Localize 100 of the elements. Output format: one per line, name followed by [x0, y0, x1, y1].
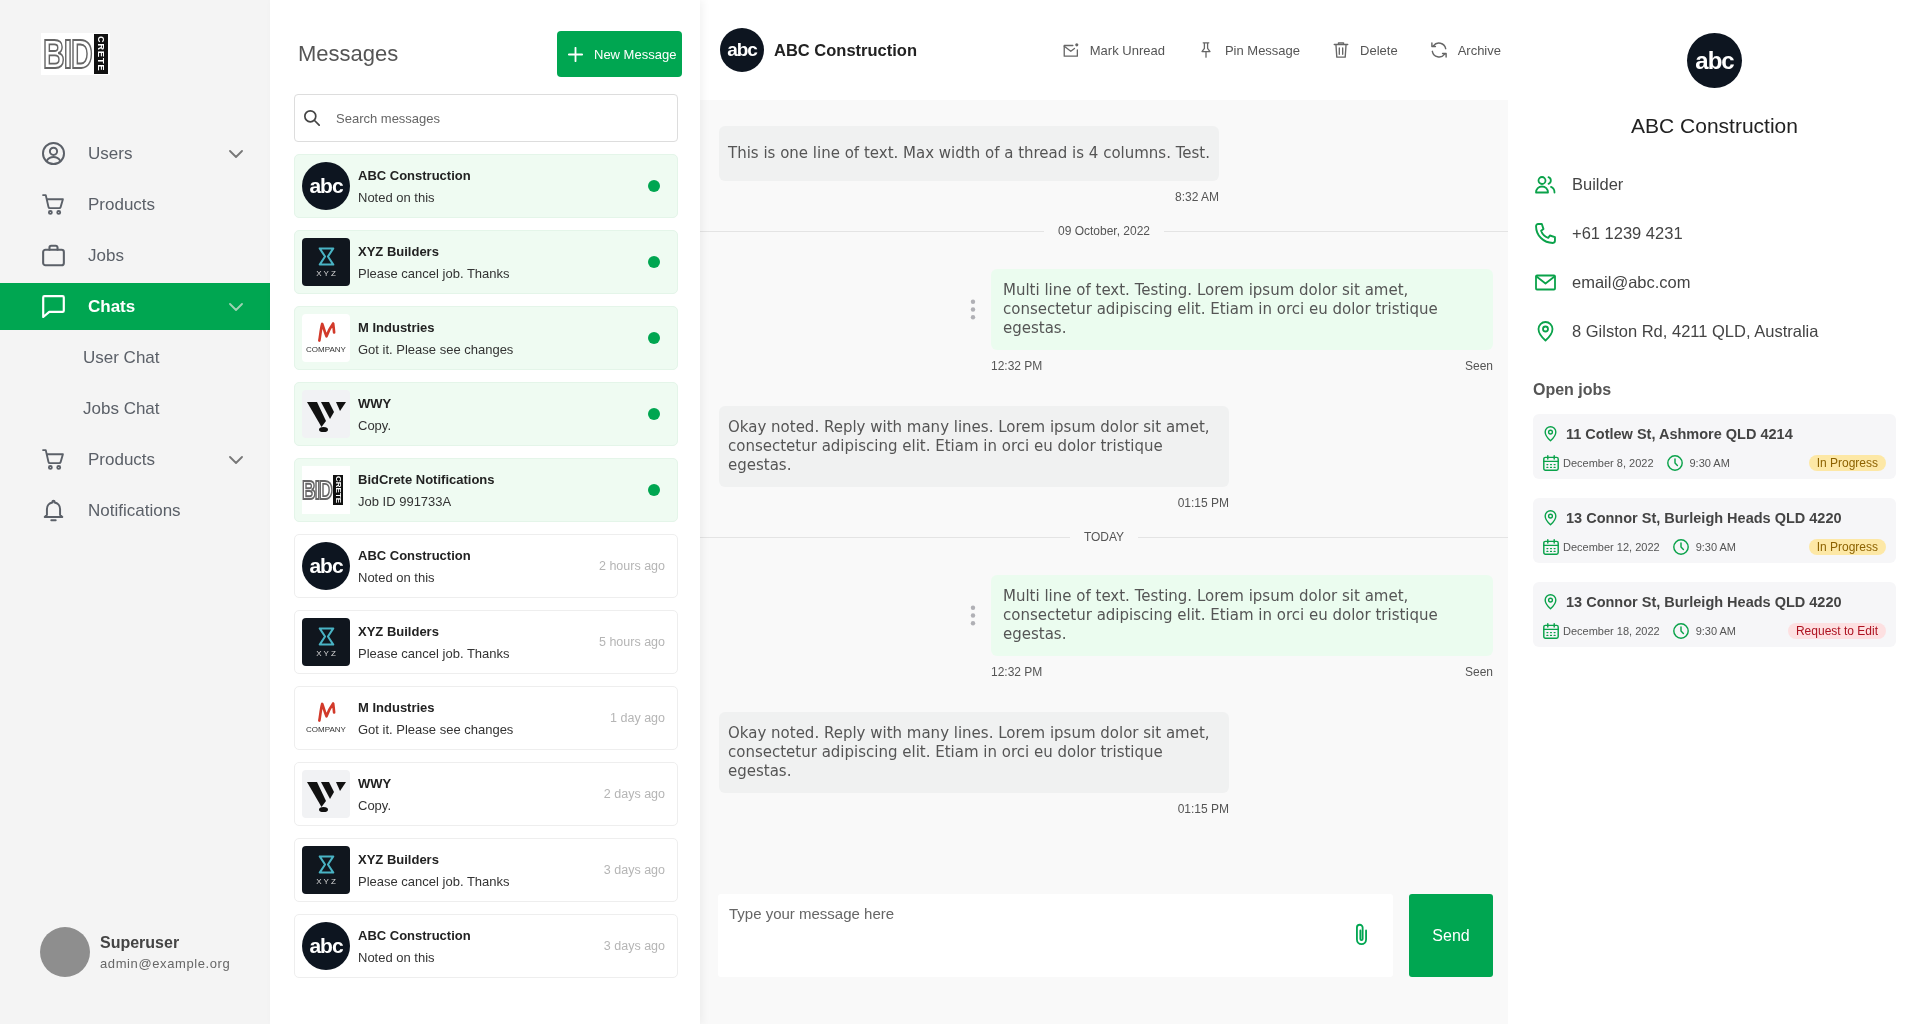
- clock-icon: [1672, 539, 1689, 555]
- contact-detail: Builder: [1572, 175, 1624, 194]
- logo-text: COMPANY: [306, 725, 346, 734]
- map-pin-icon: [1535, 321, 1556, 342]
- message-preview: Noted on this: [358, 949, 435, 965]
- conversation-item[interactable]: WWY Copy.: [294, 382, 678, 446]
- message-time: 8:32 AM: [1175, 190, 1219, 205]
- logo-text: X Y Z: [316, 268, 336, 278]
- sender-name: XYZ Builders: [358, 623, 439, 639]
- toolbar-button[interactable]: Archive: [1430, 42, 1501, 58]
- sender-name: ABC Construction: [358, 167, 471, 183]
- message-time: 3 days ago: [603, 939, 665, 953]
- contact-name: ABC Construction: [1631, 114, 1798, 137]
- toolbar-button[interactable]: Pin Message: [1197, 42, 1301, 58]
- envelope-dot-icon: [1062, 42, 1079, 58]
- letter-m-icon: [316, 702, 336, 722]
- logo-avatar: abc: [302, 542, 350, 590]
- phone-icon: [1535, 223, 1556, 244]
- logo-text: X Y Z: [316, 876, 336, 886]
- nav-item[interactable]: Users: [0, 130, 270, 177]
- search-icon: [304, 110, 320, 126]
- date-divider-label: 09 October, 2022: [1057, 223, 1151, 239]
- job-card[interactable]: 13 Connor St, Burleigh Heads QLD 4220 December 12, 2022 9:30 AM In Progress: [1533, 498, 1896, 563]
- message-bubble: Okay noted. Reply with many lines. Lorem ipsum dolor sit amet, consectetur adipiscing elit. Etiam in orci eu dolor tristique egestas.: [719, 406, 1229, 487]
- calendar-icon: [1543, 623, 1559, 639]
- nav-item[interactable]: Products: [0, 436, 270, 483]
- message-bubble: Okay noted. Reply with many lines. Lorem ipsum dolor sit amet, consectetur adipiscing elit. Etiam in orci eu dolor tristique egestas.: [719, 712, 1229, 793]
- nav-subitem[interactable]: User Chat: [0, 334, 270, 381]
- cart-icon: [42, 448, 65, 471]
- nav-subitem[interactable]: Jobs Chat: [0, 385, 270, 432]
- read-status: Seen: [1464, 359, 1493, 374]
- calendar-icon: [1543, 539, 1559, 555]
- conversation-item[interactable]: BID CRETE BidCrete Notifications Job ID 991733A: [294, 458, 678, 522]
- toolbar-button[interactable]: Delete: [1333, 42, 1398, 58]
- logo-avatar: abc: [720, 28, 764, 72]
- sender-name: ABC Construction: [358, 547, 471, 563]
- letter-m-icon: [316, 322, 336, 342]
- logo-text: X Y Z: [316, 648, 336, 658]
- clock-icon: [1672, 623, 1689, 639]
- sender-name: XYZ Builders: [358, 851, 439, 867]
- nav-item[interactable]: Products: [0, 181, 270, 228]
- map-pin-icon: [1544, 426, 1557, 442]
- user-email: admin@example.org: [100, 955, 231, 971]
- job-card[interactable]: 13 Connor St, Burleigh Heads QLD 4220 December 18, 2022 9:30 AM Request to Edit: [1533, 582, 1896, 647]
- sender-name: XYZ Builders: [358, 243, 439, 259]
- message-time: 01:15 PM: [1177, 496, 1229, 511]
- nav-item[interactable]: Jobs: [0, 232, 270, 279]
- conversation-item[interactable]: abc ABC Construction Noted on this 2 hours ago: [294, 534, 678, 598]
- job-card[interactable]: 11 Cotlew St, Ashmore QLD 4214 December 8, 2022 9:30 AM In Progress: [1533, 414, 1896, 479]
- conversation-item[interactable]: X Y Z XYZ Builders Please cancel job. Thanks 5 hours ago: [294, 610, 678, 674]
- message-preview: Please cancel job. Thanks: [358, 873, 510, 889]
- section-title: Open jobs: [1533, 380, 1613, 399]
- map-pin-icon: [1544, 594, 1557, 610]
- trash-icon: [1333, 42, 1350, 58]
- w-logo-icon: [302, 770, 350, 818]
- plus-icon: [568, 46, 583, 62]
- job-time: 9:30 AM: [1695, 541, 1736, 553]
- more-options-icon[interactable]: [970, 299, 976, 320]
- chat-icon: [42, 295, 65, 318]
- sender-name: BidCrete Notifications: [358, 471, 495, 487]
- message-preview: Please cancel job. Thanks: [358, 265, 510, 281]
- status-badge: Request to Edit: [1787, 623, 1886, 639]
- conversation-item[interactable]: COMPANY M Industries Got it. Please see changes 1 day ago: [294, 686, 678, 750]
- contact-detail: 8 Gilston Rd, 4211 QLD, Australia: [1572, 322, 1819, 341]
- logo-subtext: CRETE: [93, 34, 108, 74]
- avatar-placeholder: [40, 927, 90, 977]
- date-divider-label: TODAY: [1083, 529, 1125, 545]
- status-badge: In Progress: [1808, 455, 1886, 471]
- toolbar-button[interactable]: Mark Unread: [1062, 42, 1165, 58]
- job-date: December 18, 2022: [1563, 625, 1660, 637]
- message-bubble: Multi line of text. Testing. Lorem ipsum dolor sit amet, consectetur adipiscing elit. Etiam in orci eu dolor tristique egestas.: [991, 269, 1493, 350]
- search-field[interactable]: Search messages: [294, 94, 678, 142]
- conversation-item[interactable]: X Y Z XYZ Builders Please cancel job. Thanks: [294, 230, 678, 294]
- message-preview: Noted on this: [358, 189, 435, 205]
- message-time: 12:32 PM: [991, 665, 1043, 680]
- conversation-item[interactable]: abc ABC Construction Noted on this 3 days ago: [294, 914, 678, 978]
- sender-name: WWY: [358, 395, 392, 411]
- message-bubble: This is one line of text. Max width of a thread is 4 columns. Test.: [719, 126, 1219, 181]
- conversation-item[interactable]: WWY Copy. 2 days ago: [294, 762, 678, 826]
- job-time: 9:30 AM: [1689, 457, 1730, 469]
- message-time: 2 hours ago: [598, 559, 665, 573]
- hourglass-icon: [317, 626, 335, 646]
- conversation-item[interactable]: X Y Z XYZ Builders Please cancel job. Thanks 3 days ago: [294, 838, 678, 902]
- logo-text: BID: [302, 474, 332, 507]
- paperclip-icon[interactable]: [1355, 923, 1368, 947]
- conversation-item[interactable]: abc ABC Construction Noted on this: [294, 154, 678, 218]
- user-icon: [42, 142, 65, 165]
- message-preview: Copy.: [358, 417, 391, 433]
- message-bubble: Multi line of text. Testing. Lorem ipsum dolor sit amet, consectetur adipiscing elit. Etiam in orci eu dolor tristique egestas.: [991, 575, 1493, 656]
- nav-item[interactable]: Notifications: [0, 487, 270, 534]
- read-status: Seen: [1464, 665, 1493, 680]
- more-options-icon[interactable]: [970, 605, 976, 626]
- contact-name: ABC Construction: [774, 40, 917, 60]
- panel-title: Messages: [297, 41, 399, 67]
- contact-detail: email@abc.com: [1572, 273, 1691, 292]
- message-time: 3 days ago: [603, 863, 665, 877]
- job-address: 11 Cotlew St, Ashmore QLD 4214: [1566, 426, 1793, 442]
- message-input[interactable]: Type your message here: [718, 894, 1393, 977]
- conversation-item[interactable]: COMPANY M Industries Got it. Please see changes: [294, 306, 678, 370]
- message-preview: Please cancel job. Thanks: [358, 645, 510, 661]
